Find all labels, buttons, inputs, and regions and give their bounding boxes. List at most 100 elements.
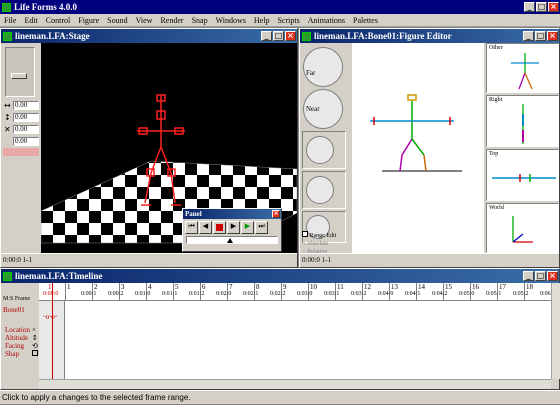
timeline-grid[interactable]: 123456789101112131415161718190:00:10:00:…: [39, 283, 551, 379]
menu-view[interactable]: View: [132, 16, 157, 25]
stage-toolbox: ↔ 0.00 ↕ 0.00 ✕ 0.00 0.00: [1, 43, 41, 253]
tl-maximize-button[interactable]: □: [535, 271, 546, 281]
frame-number: 8: [256, 283, 260, 291]
fe-maximize-button[interactable]: □: [535, 31, 546, 41]
timeline-hscrollbar[interactable]: [39, 379, 551, 389]
range-edit-checkbox[interactable]: [302, 231, 308, 237]
record-bar[interactable]: [3, 148, 39, 156]
rotation-field[interactable]: 0.00: [13, 137, 39, 146]
view-top[interactable]: Top: [486, 149, 559, 201]
frame-number: 17: [499, 283, 506, 291]
fast-forward-end-icon[interactable]: ⏭: [255, 221, 268, 234]
track-shape[interactable]: Shap: [5, 350, 19, 358]
fe-main-view[interactable]: [352, 43, 484, 253]
menu-bar: File Edit Control Figure Sound View Render Snap…: [0, 14, 560, 27]
app-title: Life Forms 4.0.0: [14, 2, 77, 12]
tl-minimize-button[interactable]: _: [523, 271, 534, 281]
timeline-labels: M:S Frame Bone01 Location Altitude Facin…: [1, 283, 39, 389]
timeline-ruler[interactable]: 123456789101112131415161718190:00:10:00:…: [39, 283, 551, 301]
tl-close-button[interactable]: ×: [547, 271, 558, 281]
frame-number: 3: [121, 283, 125, 291]
track-altitude[interactable]: Altitude: [5, 334, 28, 342]
frame-number: 13: [391, 283, 398, 291]
minimize-button[interactable]: _: [524, 2, 535, 12]
stage-title: lineman.LFA:Stage: [15, 31, 90, 41]
timeline-vscrollbar[interactable]: [551, 283, 560, 379]
menu-figure[interactable]: Figure: [74, 16, 103, 25]
menu-render[interactable]: Render: [156, 16, 187, 25]
frame-time: 0:05:1: [486, 291, 502, 297]
current-frame-cursor[interactable]: [52, 283, 53, 379]
step-back-icon[interactable]: ◀: [199, 221, 212, 234]
far-dial[interactable]: [303, 47, 343, 87]
menu-sound[interactable]: Sound: [103, 16, 131, 25]
app-titlebar: Life Forms 4.0.0 _ □ ×: [0, 0, 560, 14]
scrubber-thumb[interactable]: [227, 238, 233, 243]
stage-icon: [3, 31, 12, 41]
world-axes-icon: [512, 216, 533, 243]
menu-snap[interactable]: Snap: [188, 16, 212, 25]
panel-close-button[interactable]: ×: [272, 210, 280, 218]
timeline-icon: [3, 271, 12, 281]
range-edit-label: Range Edit: [309, 233, 337, 239]
location-track-icon: ×: [32, 326, 36, 334]
app-icon: [2, 2, 11, 12]
frame-time: 0:04:0: [378, 291, 394, 297]
panel-scrubber[interactable]: [186, 236, 278, 244]
near-label: Near: [306, 105, 320, 113]
camera-slider[interactable]: [5, 47, 35, 97]
menu-edit[interactable]: Edit: [20, 16, 41, 25]
frame-number: 9: [283, 283, 287, 291]
location-keyframes[interactable]: ~o~o~: [43, 313, 57, 321]
frame-number: 4: [148, 283, 152, 291]
frame-time: 0:02:1: [243, 291, 259, 297]
menu-file[interactable]: File: [0, 16, 20, 25]
track-facing[interactable]: Facing: [5, 342, 24, 350]
maximize-button[interactable]: □: [536, 2, 547, 12]
view-world[interactable]: World: [486, 203, 559, 253]
fe-status: 0:00:0 1-1: [300, 253, 559, 265]
view-other[interactable]: Other: [486, 43, 559, 93]
menu-control[interactable]: Control: [42, 16, 74, 25]
menu-animations[interactable]: Animations: [304, 16, 349, 25]
position-y-field[interactable]: 0.00: [13, 113, 39, 122]
menu-palettes[interactable]: Palettes: [349, 16, 382, 25]
frame-time: 0:04:2: [432, 291, 448, 297]
frame-number: 7: [229, 283, 233, 291]
view-right[interactable]: Right: [486, 95, 559, 147]
camera-slider-thumb[interactable]: [11, 73, 27, 79]
timeline-figure-name: Bone01: [3, 306, 25, 314]
stage-close-button[interactable]: ×: [285, 31, 296, 41]
frame-time: 0:01:1: [162, 291, 178, 297]
step-forward-icon[interactable]: ▶: [227, 221, 240, 234]
figure-editor-title: lineman.LFA:Bone01:Figure Editor: [314, 31, 452, 41]
menu-scripts[interactable]: Scripts: [273, 16, 303, 25]
app-status-bar: Click to apply a changes to the selected…: [0, 390, 560, 404]
frame-number: 12: [364, 283, 371, 291]
position-x-icon: ↔: [4, 101, 11, 110]
shape-track-icon: [32, 350, 38, 356]
play-icon[interactable]: ▶: [241, 221, 254, 234]
facing-track-icon: ⟲: [32, 342, 38, 350]
close-button[interactable]: ×: [548, 2, 559, 12]
menu-windows[interactable]: Windows: [212, 16, 250, 25]
menu-help[interactable]: Help: [250, 16, 274, 25]
absolute-radio[interactable]: ○: [302, 241, 306, 247]
rewind-start-icon[interactable]: ⏮: [185, 221, 198, 234]
frame-number: 10: [310, 283, 317, 291]
fe-close-button[interactable]: ×: [547, 31, 558, 41]
fe-minimize-button[interactable]: _: [523, 31, 534, 41]
position-x-field[interactable]: 0.00: [13, 101, 39, 110]
track-location[interactable]: Location: [5, 326, 30, 334]
stage-minimize-button[interactable]: _: [261, 31, 272, 41]
stop-icon[interactable]: [213, 221, 226, 234]
position-z-field[interactable]: 0.00: [13, 125, 39, 134]
view-other-label: Other: [489, 45, 503, 51]
rotate-y-control[interactable]: [302, 171, 346, 209]
frame-number: 15: [445, 283, 452, 291]
fe-figure: [370, 94, 462, 172]
frame-number: 6: [202, 283, 206, 291]
rotate-x-control[interactable]: [302, 131, 346, 169]
stage-maximize-button[interactable]: □: [273, 31, 284, 41]
frame-number: 1: [67, 283, 71, 291]
